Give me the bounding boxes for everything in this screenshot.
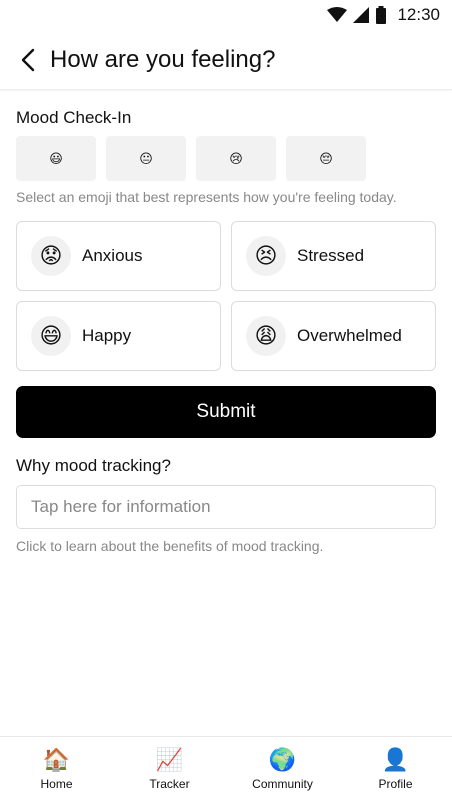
page-title: How are you feeling?	[50, 45, 276, 73]
emoji-selector: 😃 😐 😢 😔	[16, 136, 436, 181]
mood-card-anxious[interactable]: 😟 Anxious	[16, 221, 221, 291]
mood-checkin-title: Mood Check-In	[16, 108, 132, 127]
chevron-left-icon	[21, 48, 35, 71]
nav-item-home[interactable]: 🏠 Home	[0, 737, 113, 802]
globe-icon: 🌍	[268, 747, 297, 772]
wifi-icon	[327, 7, 348, 22]
weary-face-icon: 😩	[246, 316, 286, 356]
emoji-option-neutral[interactable]: 😐	[106, 136, 186, 181]
mood-label: Happy	[82, 326, 132, 345]
mood-card-happy[interactable]: 😄 Happy	[16, 301, 221, 371]
mood-options-grid: 😟 Anxious 😣 Stressed 😄 Happy 😩 Overwhelm…	[16, 221, 436, 371]
stressed-face-icon: 😣	[246, 236, 286, 276]
happy-face-icon: 😄	[31, 316, 71, 356]
submit-button[interactable]: Submit	[16, 386, 436, 438]
bottom-nav: 🏠 Home 📈 Tracker 🌍 Community 👤 Profile	[0, 736, 452, 802]
nav-item-tracker[interactable]: 📈 Tracker	[113, 737, 226, 802]
nav-label: Tracker	[149, 777, 190, 791]
nav-label: Profile	[378, 777, 413, 791]
status-bar: 12:30	[0, 0, 452, 30]
mood-label: Stressed	[297, 246, 365, 265]
mood-card-stressed[interactable]: 😣 Stressed	[231, 221, 436, 291]
battery-icon	[376, 6, 387, 24]
why-tracking-title: Why mood tracking?	[16, 456, 171, 475]
main-content: Mood Check-In 😃 😐 😢 😔 Select an emoji th…	[0, 108, 452, 554]
info-input[interactable]	[16, 485, 436, 529]
house-icon: 🏠	[42, 747, 71, 772]
back-button[interactable]	[14, 44, 42, 76]
mood-label: Overwhelmed	[297, 326, 402, 345]
nav-label: Community	[252, 777, 313, 791]
nav-item-profile[interactable]: 👤 Profile	[339, 737, 452, 802]
mood-label: Anxious	[82, 246, 143, 265]
emoji-option-pensive[interactable]: 😔	[286, 136, 366, 181]
signal-icon	[353, 7, 370, 23]
mood-helper-text: Select an emoji that best represents how…	[16, 189, 397, 205]
app-bar: How are you feeling?	[0, 30, 452, 90]
info-helper-text: Click to learn about the benefits of moo…	[16, 538, 324, 554]
nav-item-community[interactable]: 🌍 Community	[226, 737, 339, 802]
emoji-option-grinning[interactable]: 😃	[16, 136, 96, 181]
anxious-face-icon: 😟	[31, 236, 71, 276]
nav-label: Home	[40, 777, 73, 791]
mood-card-overwhelmed[interactable]: 😩 Overwhelmed	[231, 301, 436, 371]
person-icon: 👤	[381, 747, 410, 772]
emoji-option-crying[interactable]: 😢	[196, 136, 276, 181]
status-time: 12:30	[397, 5, 440, 24]
chart-icon: 📈	[155, 747, 184, 772]
